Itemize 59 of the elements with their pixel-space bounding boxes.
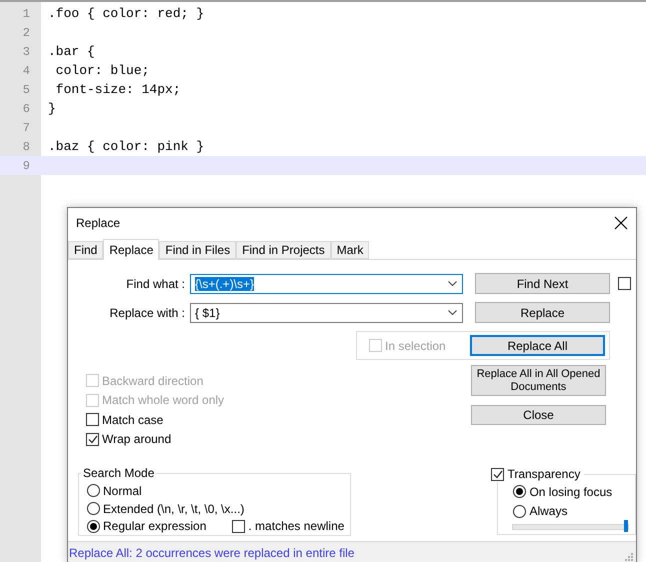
checkbox[interactable]	[86, 432, 99, 446]
line-number: 6	[22, 102, 30, 116]
field-label: Find what :	[125, 276, 186, 290]
line-number: 3	[22, 44, 30, 58]
combo-field[interactable]: { $1}	[190, 302, 463, 322]
line-number: 5	[22, 82, 30, 96]
option-label: Match case	[102, 412, 164, 427]
radio-button[interactable]	[87, 502, 100, 515]
option-label: Wrap around	[102, 432, 172, 446]
combo-field[interactable]: {\s+(.+)\s+}	[190, 274, 463, 294]
code-line: .foo { color: red; }	[48, 6, 204, 21]
code-line: .bar {	[48, 44, 95, 59]
tab[interactable]: Find	[68, 241, 104, 259]
dialog-title: Replace	[76, 216, 120, 230]
option-label: Regular expression	[103, 519, 206, 534]
line-number: 8	[22, 140, 30, 154]
field-label: Replace with :	[108, 306, 186, 320]
radio-button[interactable]	[513, 504, 526, 518]
line-number: 1	[22, 6, 30, 20]
replace-all-opened-button[interactable]: Replace All in All Opened Documents	[471, 365, 606, 396]
tab[interactable]: Find in Projects	[236, 241, 331, 259]
option-label: Transparency	[507, 467, 580, 481]
replace-button[interactable]: Replace	[475, 302, 610, 323]
slider-thumb[interactable]	[624, 520, 628, 532]
radio-button[interactable]	[513, 485, 526, 498]
line-number: 7	[22, 120, 30, 134]
close-button[interactable]: Close	[471, 405, 606, 425]
code-line: }	[48, 101, 56, 116]
option-label: . matches newline	[248, 519, 344, 534]
checkbox[interactable]	[618, 277, 631, 290]
option-label: Match whole word only	[102, 393, 224, 408]
checkbox[interactable]	[86, 413, 99, 426]
option-label: Extended (\n, \r, \t, \0, \x...)	[103, 502, 244, 516]
chevron-icon	[448, 310, 457, 315]
resize-grip-icon[interactable]	[625, 553, 633, 561]
option-label: In selection	[385, 338, 446, 352]
option-label: On losing focus	[529, 484, 612, 499]
status-message: Replace All: 2 occurrences were replaced in entire file	[69, 546, 354, 560]
code-line: font-size: 14px;	[54, 82, 181, 97]
radio-button[interactable]	[87, 484, 100, 498]
group-title: Search Mode	[82, 466, 156, 480]
checkbox[interactable]	[232, 520, 246, 533]
option-label: Always	[529, 504, 568, 518]
tab[interactable]: Mark	[330, 241, 370, 259]
option-label: Backward direction	[102, 374, 204, 388]
option-label: Normal	[103, 484, 142, 498]
line-number: 2	[22, 26, 30, 40]
chevron-icon	[448, 281, 457, 286]
line-number: 9	[22, 158, 30, 172]
radio-button[interactable]	[87, 520, 100, 533]
code-line: color: blue;	[54, 63, 150, 78]
find-next-button[interactable]: Find Next	[475, 273, 610, 294]
checkbox[interactable]	[491, 468, 504, 480]
tab[interactable]: Find in Files	[159, 241, 236, 259]
line-number: 4	[22, 64, 30, 78]
close-icon[interactable]	[614, 216, 628, 230]
tab[interactable]: Replace	[103, 239, 160, 260]
replace-all-button[interactable]: Replace All	[470, 335, 605, 356]
code-line: .baz { color: pink }	[48, 139, 204, 154]
